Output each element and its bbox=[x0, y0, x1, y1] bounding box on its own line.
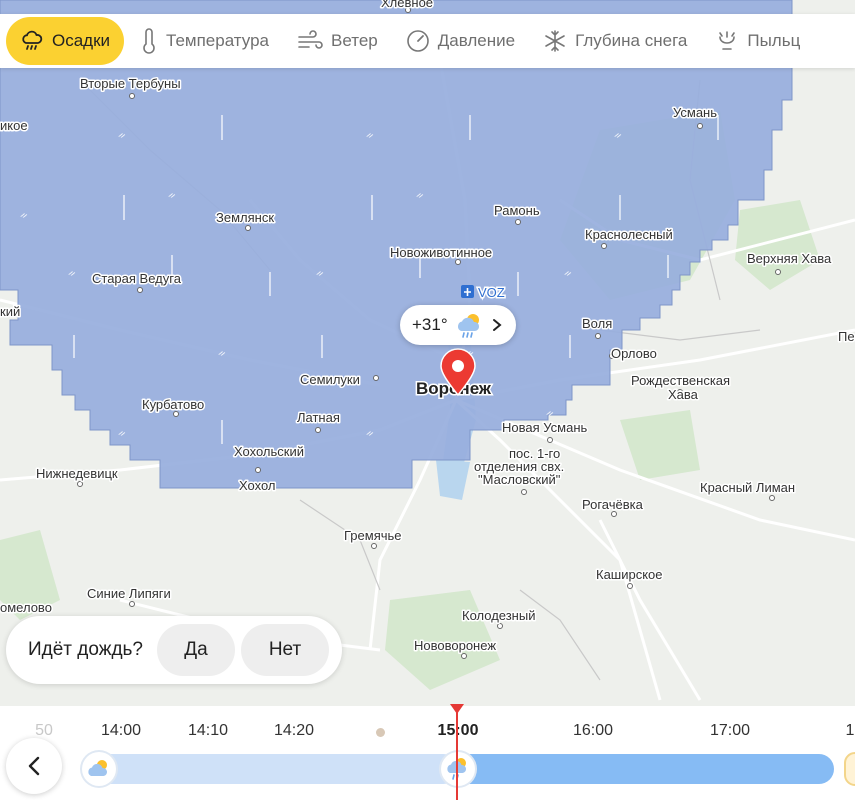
timeline-label: 1 bbox=[845, 722, 855, 739]
svg-text:ᨀ: ᨀ bbox=[218, 348, 226, 359]
timeline-label: 16:00 bbox=[572, 722, 614, 739]
town-label: Усмань bbox=[673, 105, 717, 120]
town-label: Нововоронеж bbox=[414, 638, 496, 653]
timeline-weather-icon bbox=[82, 752, 116, 786]
layer-tabs: Осадки Температура Ветер Давление Глубин… bbox=[0, 14, 855, 68]
timeline-now-dot bbox=[376, 728, 385, 737]
snowflake-icon bbox=[545, 30, 565, 52]
svg-text:ᨀ: ᨀ bbox=[564, 268, 572, 279]
tab-snow-depth[interactable]: Глубина снега bbox=[531, 17, 699, 65]
timeline-past-track[interactable] bbox=[84, 754, 458, 784]
pollen-icon bbox=[719, 31, 736, 50]
tab-label: Глубина снега bbox=[575, 31, 688, 50]
town-label: Новая Усмань bbox=[502, 420, 587, 435]
town-label: Хохольский bbox=[234, 444, 304, 459]
cloud-sun-icon bbox=[88, 760, 108, 776]
town-label: Каширское bbox=[596, 567, 663, 582]
town-label: Пе bbox=[838, 329, 855, 344]
town-label: Старая Ведуга bbox=[92, 271, 182, 286]
town-label: Нижнедевицк bbox=[36, 466, 118, 481]
temperature-value: +31° bbox=[412, 315, 448, 334]
town-label: омелово bbox=[0, 600, 52, 615]
tab-precipitation[interactable]: Осадки bbox=[6, 17, 125, 65]
timeline-label: 14:10 bbox=[187, 722, 229, 739]
town-label: кий bbox=[0, 304, 20, 319]
town-label: Орлово bbox=[611, 346, 657, 361]
town-label: Рождественская bbox=[631, 373, 730, 388]
town-label: Синие Липяги bbox=[87, 586, 171, 601]
town-label: Семилуки bbox=[300, 372, 360, 387]
svg-text:ᨀ: ᨀ bbox=[20, 210, 28, 221]
town-label: Рамонь bbox=[494, 203, 540, 218]
town-label: икое bbox=[0, 118, 28, 133]
town-label: Латная bbox=[297, 410, 340, 425]
town-label: "Масловский" bbox=[478, 472, 561, 487]
rain-question: Идёт дождь? bbox=[28, 639, 143, 660]
thermometer-icon bbox=[143, 28, 155, 54]
town-label: Вторые Тербуны bbox=[80, 76, 181, 91]
timeline-label: 17:00 bbox=[709, 722, 751, 739]
svg-text:ᨀ: ᨀ bbox=[614, 130, 622, 141]
pressure-gauge-icon bbox=[406, 30, 429, 52]
no-button[interactable]: Нет bbox=[241, 624, 329, 676]
town-label: Гремячье bbox=[344, 528, 402, 543]
current-time-marker-head bbox=[450, 704, 464, 714]
tab-wind[interactable]: Ветер bbox=[285, 17, 390, 65]
current-time-marker bbox=[456, 706, 458, 800]
cloud-rain-icon bbox=[447, 758, 467, 780]
town-label: Курбатово bbox=[142, 397, 204, 412]
location-weather-card[interactable]: +31° bbox=[400, 305, 516, 345]
svg-text:ᨀ: ᨀ bbox=[546, 408, 554, 419]
airport-code: VOZ bbox=[478, 285, 505, 300]
chevron-right-icon bbox=[492, 319, 502, 331]
tab-pollen[interactable]: Пыльц bbox=[703, 17, 812, 65]
timeline-end-icon bbox=[844, 752, 855, 786]
svg-text:ᨀ: ᨀ bbox=[118, 428, 126, 439]
yes-button[interactable]: Да bbox=[157, 624, 235, 676]
cloud-sun-rain-icon bbox=[457, 314, 479, 338]
timeline-future-track[interactable] bbox=[440, 754, 834, 784]
tab-label: Ветер bbox=[331, 31, 378, 50]
town-label: Верхняя Хава bbox=[747, 251, 832, 266]
tab-pressure[interactable]: Давление bbox=[394, 17, 527, 65]
chevron-left-icon bbox=[28, 756, 40, 776]
timeline-label: 14:00 bbox=[100, 722, 142, 739]
town-label: Хава bbox=[668, 387, 699, 402]
town-label: Краснолесный bbox=[585, 227, 673, 242]
tab-label: Пыльц bbox=[747, 31, 801, 50]
town-label: Красный Лиман bbox=[700, 480, 795, 495]
wind-icon bbox=[298, 30, 323, 49]
tab-label: Температура bbox=[166, 31, 269, 50]
timeline-label: 14:20 bbox=[273, 722, 315, 739]
town-label: Хлевное bbox=[381, 0, 433, 10]
svg-text:ᨀ: ᨀ bbox=[316, 268, 324, 279]
svg-text:ᨀ: ᨀ bbox=[416, 190, 424, 201]
svg-text:ᨀ: ᨀ bbox=[366, 130, 374, 141]
town-label: Землянск bbox=[216, 210, 274, 225]
svg-text:ᨀ: ᨀ bbox=[68, 268, 76, 279]
airport-marker[interactable]: VOZ bbox=[461, 284, 506, 302]
town-label: Хохол bbox=[239, 478, 276, 493]
forecast-timeline[interactable]: 50 14:00 14:10 14:20 15:00 16:00 17:00 1 bbox=[0, 704, 855, 800]
svg-text:ᨀ: ᨀ bbox=[168, 190, 176, 201]
cloud-rain-icon bbox=[22, 30, 43, 50]
town-label: Новоживотинное bbox=[390, 245, 492, 260]
svg-text:ᨀ: ᨀ bbox=[118, 130, 126, 141]
town-label: Рогачёвка bbox=[582, 497, 644, 512]
town-label: Колодезный bbox=[462, 608, 535, 623]
tab-label: Давление bbox=[437, 31, 516, 50]
svg-text:ᨀ: ᨀ bbox=[366, 428, 374, 439]
rain-feedback-panel: Идёт дождь? Да Нет bbox=[6, 616, 342, 684]
timeline-label-current: 15:00 bbox=[437, 722, 479, 739]
timeline-slider-thumb[interactable] bbox=[441, 752, 475, 786]
town-label: Воля bbox=[582, 316, 612, 331]
tab-temperature[interactable]: Температура bbox=[128, 17, 281, 65]
tab-label: Осадки bbox=[52, 31, 111, 50]
timeline-back-button[interactable] bbox=[6, 738, 62, 794]
